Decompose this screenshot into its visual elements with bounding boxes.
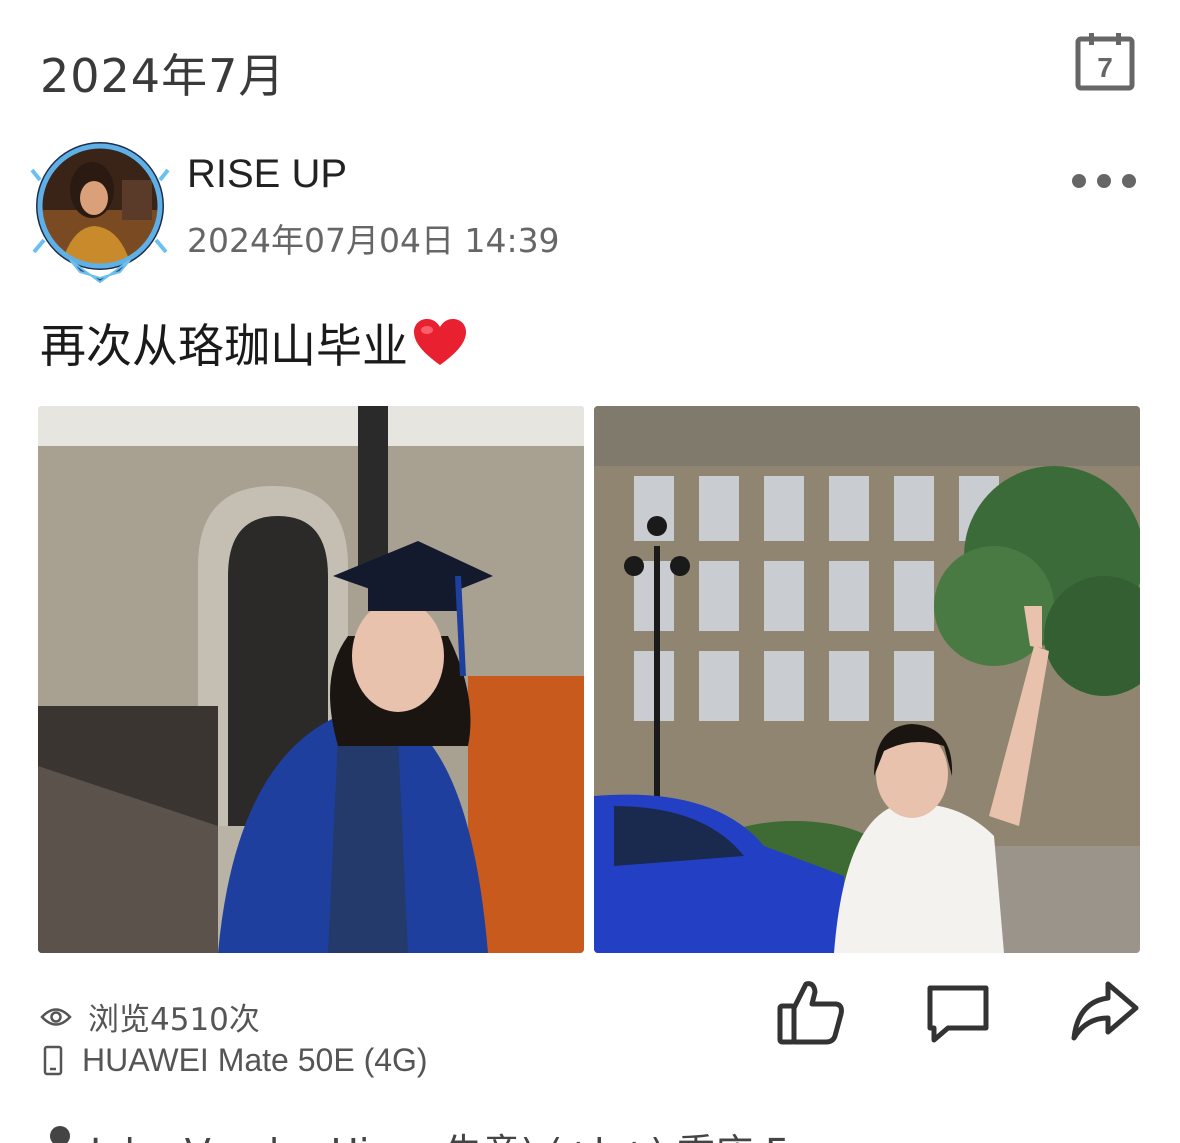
view-count-row: 浏览4510次 (40, 994, 260, 1039)
more-dot-icon (1072, 174, 1086, 188)
comment-bubble-icon (927, 985, 989, 1043)
next-entry-preview[interactable]: John Vander Hiner 失意) (+b+) 重庆 Fro (40, 1122, 1140, 1143)
more-dot-icon (1122, 174, 1136, 188)
eye-icon (40, 1007, 72, 1026)
more-options-button[interactable] (1072, 168, 1136, 194)
share-button[interactable] (1070, 980, 1140, 1042)
share-arrow-icon (1071, 981, 1139, 1041)
device-name: HUAWEI Mate 50E (4G) (82, 1042, 428, 1078)
post-photo-graduation[interactable] (38, 406, 584, 953)
comment-button[interactable] (924, 982, 992, 1044)
user-icon (50, 1126, 70, 1143)
red-heart-icon (414, 319, 466, 365)
post-caption: 再次从珞珈山毕业 (40, 310, 468, 376)
like-button[interactable] (776, 978, 846, 1046)
next-entry-text: John Vander Hiner 失意) (+b+) 重庆 Fro (90, 1122, 822, 1143)
phone-icon (43, 1045, 63, 1075)
more-dot-icon (1097, 174, 1111, 188)
month-heading: 2024年7月 (40, 49, 286, 103)
post-timestamp: 2024年07月04日 14:39 (187, 221, 560, 260)
post-photo-campus[interactable] (594, 406, 1140, 953)
calendar-icon[interactable]: 7 (1074, 30, 1136, 92)
username[interactable]: RISE UP (187, 152, 347, 197)
calendar-day: 7 (1097, 52, 1113, 83)
device-row: HUAWEI Mate 50E (4G) (40, 1042, 428, 1079)
avatar[interactable] (30, 140, 170, 286)
view-count: 浏览4510次 (88, 1002, 260, 1038)
thumbs-up-icon (777, 981, 844, 1045)
caption-text: 再次从珞珈山毕业 (40, 319, 408, 373)
